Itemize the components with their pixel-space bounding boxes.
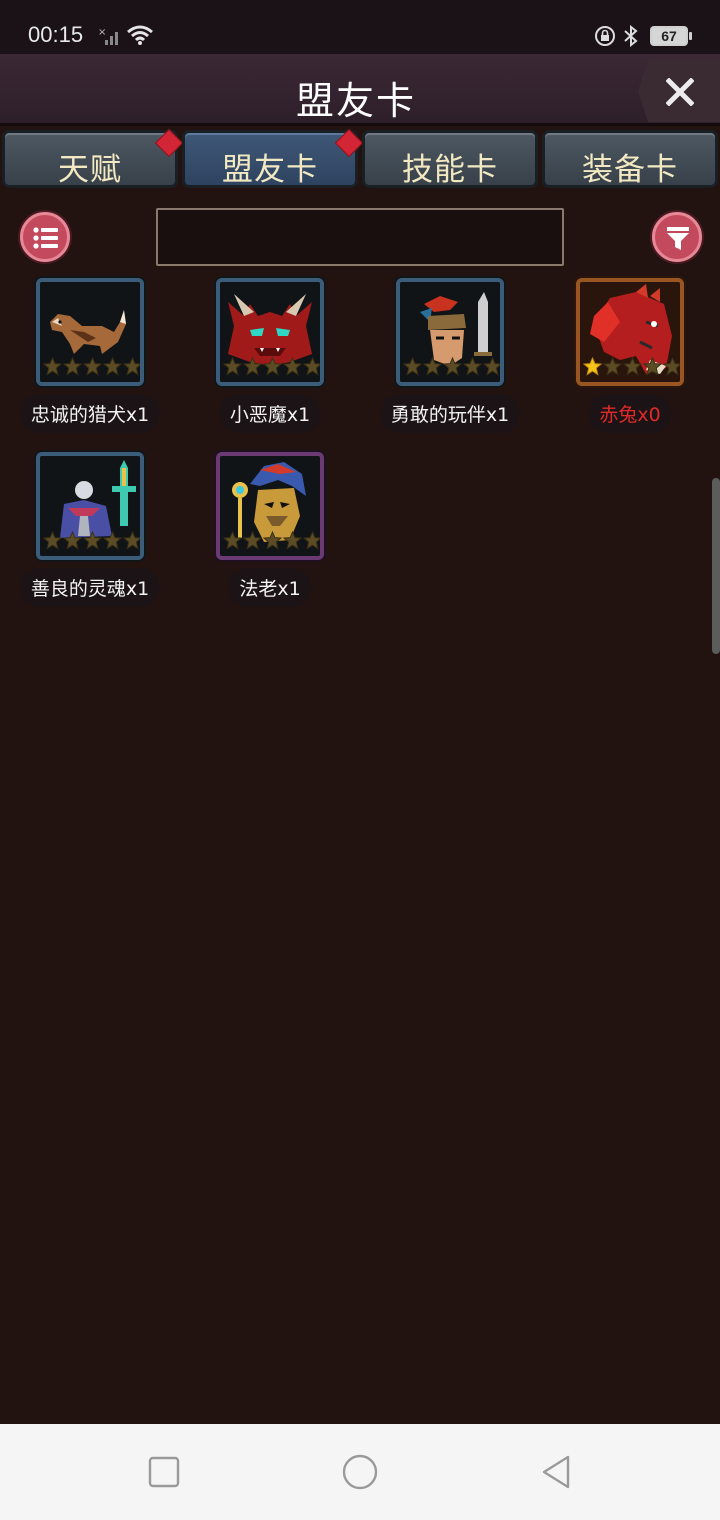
star-empty-icon — [63, 357, 82, 376]
card-item-warrior[interactable]: 勇敢的玩伴x1 — [360, 278, 540, 438]
star-empty-icon — [663, 357, 680, 376]
list-icon — [33, 227, 58, 249]
filter-icon — [667, 227, 689, 250]
svg-text:×: × — [98, 27, 106, 38]
page-title: 盟友卡 — [295, 79, 416, 123]
star-empty-icon — [283, 357, 302, 376]
card-item-imp[interactable]: 小恶魔x1 — [180, 278, 360, 438]
star-empty-icon — [603, 357, 622, 376]
star-empty-icon — [83, 531, 102, 550]
star-empty-icon — [103, 357, 122, 376]
tab-skill-cards[interactable]: 技能卡 — [362, 130, 538, 188]
tab-talent[interactable]: 天赋 — [2, 128, 184, 188]
card-frame — [36, 452, 144, 560]
battery-indicator: 67 — [650, 26, 692, 46]
star-empty-icon — [263, 531, 282, 550]
star-rating — [403, 357, 500, 379]
star-rating — [223, 357, 320, 379]
star-empty-icon — [643, 357, 662, 376]
star-rating — [223, 531, 320, 553]
star-filled-icon — [583, 357, 602, 376]
star-empty-icon — [423, 357, 442, 376]
card-name: 赤兔x0 — [589, 394, 671, 433]
bluetooth-icon — [624, 24, 638, 48]
star-empty-icon — [123, 531, 140, 550]
close-icon — [666, 78, 694, 106]
star-empty-icon — [63, 531, 82, 550]
system-nav-bar — [0, 1424, 720, 1520]
tab-label: 技能卡 — [402, 152, 498, 188]
star-empty-icon — [223, 357, 242, 376]
card-frame — [576, 278, 684, 386]
star-empty-icon — [43, 357, 62, 376]
star-empty-icon — [223, 531, 242, 550]
scrollbar-thumb[interactable] — [712, 478, 720, 654]
star-empty-icon — [283, 531, 302, 550]
card-item-pharaoh[interactable]: 法老x1 — [180, 452, 360, 612]
star-empty-icon — [303, 531, 320, 550]
star-empty-icon — [103, 531, 122, 550]
search-input[interactable] — [156, 208, 564, 266]
star-empty-icon — [483, 357, 500, 376]
star-rating — [43, 357, 140, 379]
star-empty-icon — [243, 357, 262, 376]
star-rating — [583, 357, 680, 379]
tab-ally-cards[interactable]: 盟友卡 — [182, 128, 364, 188]
star-empty-icon — [443, 357, 462, 376]
star-empty-icon — [623, 357, 642, 376]
wifi-icon — [127, 25, 153, 45]
card-frame — [216, 452, 324, 560]
close-button[interactable] — [638, 60, 720, 122]
home-button[interactable] — [342, 1454, 378, 1490]
card-name: 法老x1 — [229, 568, 311, 607]
back-button[interactable] — [538, 1454, 574, 1490]
card-item-spirit[interactable]: 善良的灵魂x1 — [0, 452, 180, 612]
card-name: 忠诚的猎犬x1 — [20, 394, 160, 433]
tab-equipment-cards[interactable]: 装备卡 — [542, 130, 718, 188]
star-empty-icon — [263, 357, 282, 376]
recent-apps-button[interactable] — [146, 1454, 182, 1490]
star-empty-icon — [403, 357, 422, 376]
star-empty-icon — [463, 357, 482, 376]
card-frame — [396, 278, 504, 386]
tab-label: 盟友卡 — [222, 152, 318, 188]
star-empty-icon — [243, 531, 262, 550]
star-empty-icon — [83, 357, 102, 376]
tab-label: 天赋 — [58, 152, 122, 188]
card-frame — [36, 278, 144, 386]
star-rating — [43, 531, 140, 553]
star-empty-icon — [303, 357, 320, 376]
list-view-button[interactable] — [20, 212, 70, 262]
status-bar: 00:15 × 67 — [0, 0, 720, 54]
star-empty-icon — [43, 531, 62, 550]
card-name: 小恶魔x1 — [219, 394, 321, 433]
card-frame — [216, 278, 324, 386]
card-name: 勇敢的玩伴x1 — [380, 394, 520, 433]
card-item-red-horse[interactable]: 赤兔x0 — [540, 278, 720, 438]
title-bar: 盟友卡 — [0, 54, 720, 126]
star-empty-icon — [123, 357, 140, 376]
lock-rotation-icon — [595, 26, 615, 46]
signal-icon: × — [98, 27, 118, 45]
filter-button[interactable] — [652, 212, 702, 262]
tab-label: 装备卡 — [582, 152, 678, 188]
card-name: 善良的灵魂x1 — [20, 568, 160, 607]
card-item-hound[interactable]: 忠诚的猎犬x1 — [0, 278, 180, 438]
status-time: 00:15 — [28, 22, 84, 47]
